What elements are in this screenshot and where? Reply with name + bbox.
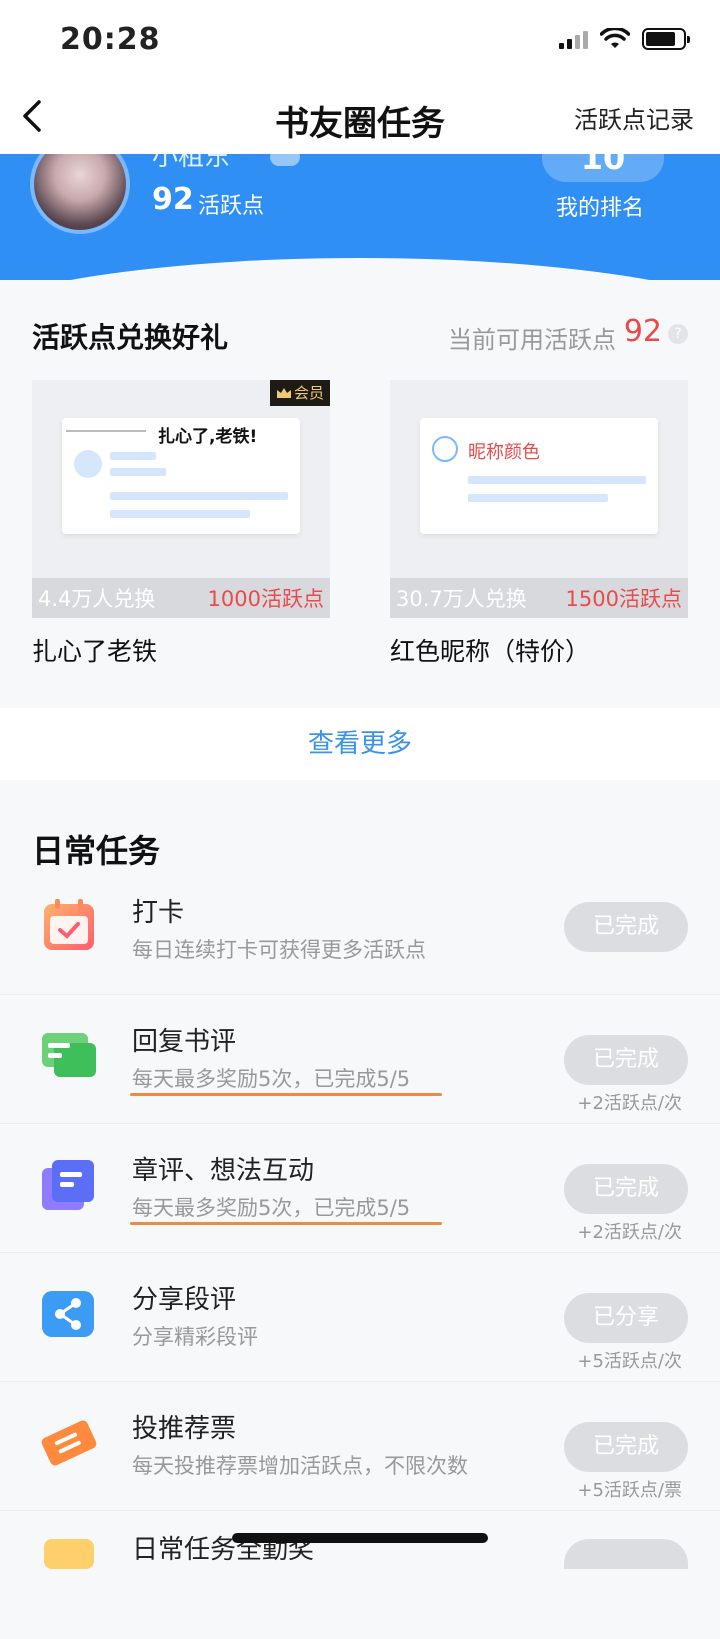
nav-bar: 书友圈任务 活跃点记录 — [0, 80, 720, 154]
status-bar: 20:28 — [0, 0, 720, 80]
task-title: 打卡 — [132, 898, 185, 928]
ticket-icon — [41, 1420, 97, 1466]
points-value: 92 — [152, 182, 194, 217]
gift-card[interactable]: 会员 扎心了,老铁! 4.4万人兑换 1000活跃点 — [32, 380, 330, 618]
gift-price: 1500活跃点 — [565, 587, 682, 611]
status-icons — [559, 28, 690, 50]
help-icon[interactable]: ? — [668, 324, 688, 344]
task-row: 回复书评 每天最多奖励5次，已完成5/5 已完成 +2活跃点/次 — [0, 995, 720, 1124]
task-desc: 每天最多奖励5次，已完成5/5 — [132, 1196, 411, 1220]
comment-icon — [42, 1033, 96, 1077]
note-icon — [42, 1160, 94, 1210]
level-badge-icon — [270, 154, 300, 166]
rank-label: 我的排名 — [556, 196, 645, 221]
task-status-button[interactable]: 已完成 — [564, 902, 688, 952]
banner-curve — [0, 258, 720, 280]
gift-footer: 4.4万人兑换 1000活跃点 — [32, 578, 330, 618]
task-status-button[interactable]: 已完成 — [564, 1422, 688, 1472]
available-points-value: 92 — [623, 314, 662, 349]
task-reward: +5活跃点/次 — [577, 1351, 682, 1372]
task-status-button[interactable]: 已完成 — [564, 1035, 688, 1085]
home-indicator[interactable] — [232, 1533, 488, 1543]
preview-bar — [110, 468, 166, 476]
preview-bar — [110, 452, 156, 460]
task-title: 章评、想法互动 — [132, 1156, 315, 1186]
task-desc: 每天最多奖励5次，已完成5/5 — [132, 1067, 411, 1091]
task-title: 回复书评 — [132, 1027, 237, 1057]
gift-name[interactable]: 红色昵称（特价） — [390, 632, 590, 668]
task-row: 章评、想法互动 每天最多奖励5次，已完成5/5 已完成 +2活跃点/次 — [0, 1124, 720, 1253]
crown-icon — [276, 388, 291, 398]
wifi-icon — [600, 28, 630, 48]
task-status-button[interactable]: 已分享 — [564, 1293, 688, 1343]
points-label: 活跃点 — [198, 194, 265, 219]
task-desc: 每天投推荐票增加活跃点，不限次数 — [132, 1454, 468, 1478]
task-row: 投推荐票 每天投推荐票增加活跃点，不限次数 已完成 +5活跃点/票 — [0, 1382, 720, 1511]
share-icon — [42, 1291, 94, 1337]
highlight-underline — [130, 1093, 442, 1096]
preview-nickname: 昵称颜色 — [468, 442, 540, 463]
task-reward: +2活跃点/次 — [577, 1093, 682, 1114]
gift-preview: 昵称颜色 — [420, 418, 658, 534]
avatar[interactable] — [30, 154, 130, 234]
preview-bar — [110, 492, 288, 500]
preview-bar — [468, 494, 608, 502]
gift-name[interactable]: 扎心了老铁 — [32, 632, 157, 668]
task-title: 分享段评 — [132, 1285, 237, 1315]
rank-box[interactable]: 10 — [542, 154, 664, 182]
preview-text: 扎心了,老铁! — [158, 427, 258, 447]
rank-value: 10 — [580, 154, 626, 177]
view-more-link[interactable]: 查看更多 — [0, 708, 720, 780]
trophy-icon — [44, 1539, 94, 1569]
vip-badge: 会员 — [269, 380, 330, 406]
redeem-title: 活跃点兑换好礼 — [32, 321, 229, 354]
status-time: 20:28 — [60, 22, 161, 57]
task-desc: 每日连续打卡可获得更多活跃点 — [132, 938, 426, 962]
highlight-underline — [130, 1222, 442, 1225]
task-reward: +2活跃点/次 — [577, 1222, 682, 1243]
signal-icon — [559, 29, 588, 49]
activity-record-link[interactable]: 活跃点记录 — [574, 100, 694, 135]
preview-bar — [110, 510, 250, 518]
gift-card[interactable]: 昵称颜色 30.7万人兑换 1500活跃点 — [390, 380, 688, 618]
task-desc: 分享精彩段评 — [132, 1325, 258, 1349]
preview-avatar — [74, 450, 102, 478]
gift-price: 1000活跃点 — [207, 587, 324, 611]
task-reward: +5活跃点/票 — [577, 1480, 682, 1501]
task-row: 日常任务全勤奖 — [0, 1511, 720, 1639]
gift-exchange-count: 4.4万人兑换 — [38, 587, 156, 611]
calendar-check-icon — [44, 899, 94, 950]
task-status-button[interactable]: 已完成 — [564, 1164, 688, 1214]
task-row: 分享段评 分享精彩段评 已分享 +5活跃点/次 — [0, 1253, 720, 1382]
vip-badge-label: 会员 — [293, 384, 324, 402]
gift-footer: 30.7万人兑换 1500活跃点 — [390, 578, 688, 618]
task-row: 打卡 每日连续打卡可获得更多活跃点 已完成 — [0, 866, 720, 995]
preview-bar — [468, 476, 646, 484]
daily-tasks-section: 日常任务 打卡 每日连续打卡可获得更多活跃点 已完成 回复书评 每天最多奖励5次… — [0, 798, 720, 1569]
task-title: 投推荐票 — [132, 1414, 237, 1444]
profile-banner: 小租东 92 活跃点 10 我的排名 — [0, 154, 720, 280]
user-icon — [432, 436, 458, 462]
gift-exchange-count: 30.7万人兑换 — [396, 587, 527, 611]
task-status-button[interactable] — [564, 1539, 688, 1569]
redeem-section: 活跃点兑换好礼 当前可用活跃点 92 ? 会员 扎心了,老铁! 4.4万人兑换 … — [0, 280, 720, 782]
username: 小租东 — [152, 154, 231, 172]
preview-line — [66, 430, 146, 435]
gift-preview: 扎心了,老铁! — [62, 418, 300, 534]
available-points-label: 当前可用活跃点 — [448, 326, 616, 354]
battery-icon — [642, 28, 690, 50]
